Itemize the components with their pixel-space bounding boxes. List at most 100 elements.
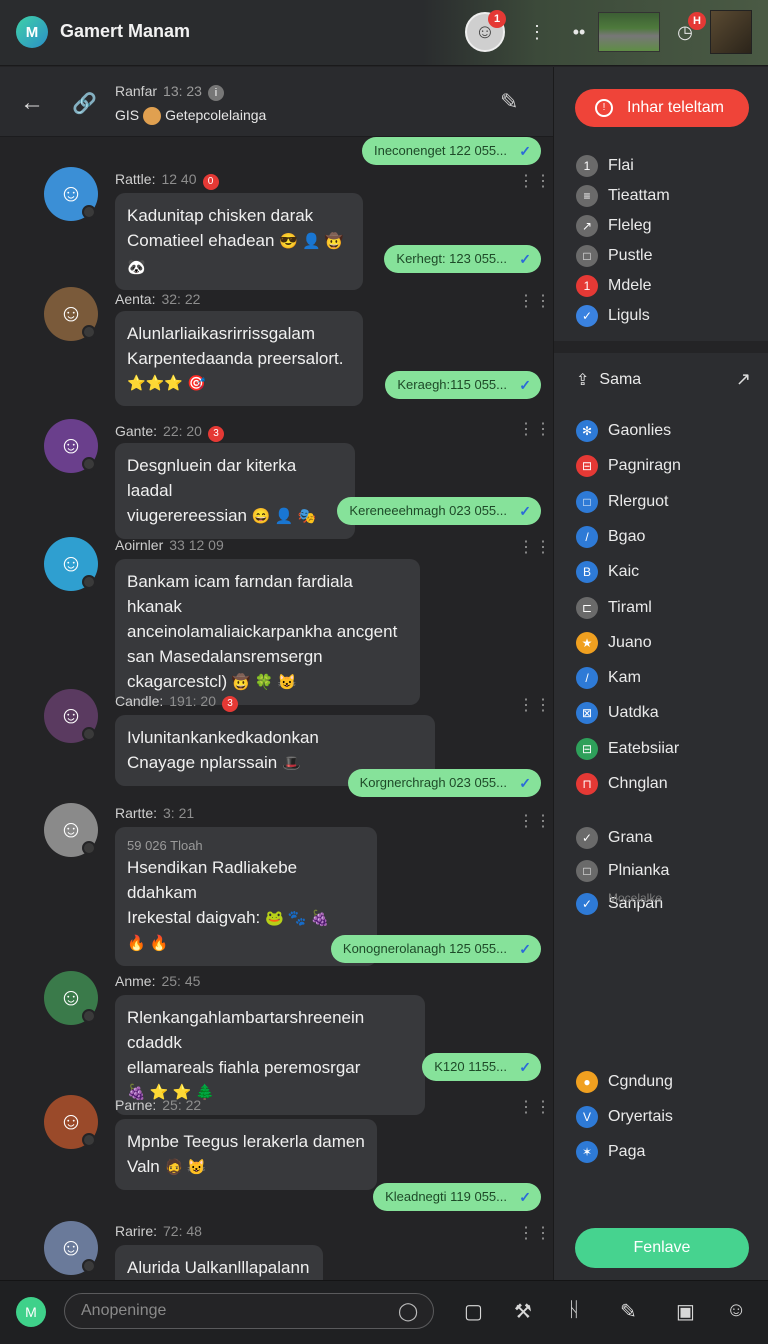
save-button[interactable]: Fenlave [575, 1228, 749, 1268]
read-receipt: Konognerolanagh 125 055... [330, 935, 541, 963]
message-badge: 3 [207, 426, 224, 442]
app-logo[interactable]: M [16, 16, 48, 48]
emoji-icon[interactable]: ☺ [726, 1299, 746, 1322]
format-icon[interactable]: ᚺ [568, 1299, 580, 1322]
message-line: ckagarcestcl) [127, 672, 228, 691]
chat-messages[interactable]: Ineconenget 122 055... ☺ Rattle: 12 40 0 ⋮… [0, 137, 553, 1280]
link-icon[interactable]: 🔗 [72, 91, 97, 116]
profile-badge: H [688, 12, 706, 30]
panel-item[interactable]: ★ Juano [576, 631, 652, 654]
panel-item[interactable]: ⊟ Pagniragn [576, 455, 681, 478]
avatar[interactable]: ☺ [44, 287, 98, 341]
panel-item-label: Pagа [608, 1143, 646, 1160]
panel-item[interactable]: ✻ Gaonlies [576, 420, 671, 442]
avatar[interactable]: ☺ [44, 803, 98, 857]
message-bubble[interactable]: Kadunitap chisken darak Comatieel ehadea… [115, 193, 363, 290]
panel-item[interactable]: □ Rlerguot [576, 490, 668, 513]
panel-item[interactable]: 1 Flai [576, 155, 634, 177]
subtitle-text: Getepcolelainga [165, 107, 267, 123]
panel-item-icon: ✓ [576, 827, 598, 849]
panel-item[interactable]: ⊏ Tiraml [576, 596, 652, 619]
avatar[interactable]: ☺ [44, 419, 98, 473]
message-bubble[interactable]: Bankam icam farndan fardiala hkanak ance… [115, 559, 420, 705]
avatar[interactable]: ☺ [44, 971, 98, 1025]
message-bubble[interactable]: Alunlarliaikasrirrissgalam Karpentedaand… [115, 311, 363, 406]
message-menu-icon[interactable]: ⋮⋮⋮ [518, 419, 553, 439]
search-icon[interactable]: ◯ [398, 1301, 418, 1322]
message-menu-icon[interactable]: ⋮⋮⋮ [518, 171, 553, 191]
message-line: Desgnluein dar kiterka laadal [127, 456, 297, 500]
message-menu-icon[interactable]: ⋮⋮⋮ [518, 695, 553, 715]
more-icon[interactable]: •• [566, 20, 592, 44]
message-bubble[interactable]: Mpnbe Teegus lerakerla damen Valn 🧔 😺 [115, 1119, 377, 1190]
avatar[interactable]: ☺ [44, 1221, 98, 1275]
right-panel: ! Inhar teleltam 1 Flai ≡ Tieattam ↗ Fleleg □ Pu… [553, 67, 768, 1280]
subtitle-prefix: GIS [115, 107, 140, 123]
panel-item[interactable]: ✶ Pagа [576, 1141, 645, 1163]
chat-header: ← 🔗 Ranfar 13: 23 i GIS Getepcolelainga ✎ [0, 67, 553, 137]
panel-item[interactable]: ⊓ Chnglan [576, 773, 668, 795]
contact-time: 13: 23 [163, 83, 202, 99]
sticker-icon[interactable]: ▣ [676, 1299, 695, 1324]
section-note: Mocelalke [608, 891, 663, 905]
message-time: 25: 45 [161, 973, 201, 989]
pen-icon[interactable]: ✎ [620, 1299, 637, 1324]
panel-item-label: Plnianka [608, 862, 670, 879]
panel-item[interactable]: ↗ Fleleg [576, 215, 652, 237]
message-menu-icon[interactable]: ⋮⋮⋮ [518, 1097, 553, 1117]
panel-item[interactable]: ● Cgndung [576, 1071, 673, 1093]
expand-arrow-icon[interactable]: ↗ [736, 369, 751, 390]
emoji-row: ⭐⭐⭐ 🎯 [127, 375, 206, 392]
message-line: Irekestal daigvah: [127, 908, 261, 927]
avatar[interactable]: ☺ [44, 1095, 98, 1149]
message-input[interactable] [64, 1293, 434, 1329]
panel-item[interactable]: ⊠ Uatdka [576, 702, 659, 725]
sender-name: Rarire: [115, 1223, 158, 1239]
message-time: 33 12 09 [169, 537, 224, 553]
panel-item-icon: ⊠ [576, 702, 598, 725]
edit-icon[interactable]: ✎ [500, 89, 518, 115]
back-arrow-icon[interactable]: ← [20, 89, 44, 117]
panel-item[interactable]: / Kam [576, 667, 641, 690]
message-menu-icon[interactable]: ⋮⋮⋮ [518, 291, 553, 311]
panel-item-icon: ★ [576, 631, 598, 654]
read-receipt: K120 1155... [422, 1053, 541, 1081]
panel-item-icon: ✓ [576, 893, 598, 915]
avatar[interactable]: ☺ [44, 167, 98, 221]
panel-item-icon: V [576, 1106, 598, 1128]
message-meta: Candle: 191: 20 3 [115, 693, 238, 712]
share-icon: ⇪ [576, 371, 590, 389]
attach-icon[interactable]: ▢ [464, 1299, 483, 1324]
message-line: Kadunitap chisken darak [127, 206, 314, 225]
app-logo-small[interactable]: M [16, 1297, 46, 1327]
message-menu-icon[interactable]: ⋮⋮⋮ [518, 537, 553, 557]
message-time: 3: 21 [163, 805, 195, 821]
avatar[interactable]: ☺ [44, 689, 98, 743]
share-label: Sama [599, 370, 642, 388]
share-row[interactable]: ⇪ Sama ↗ [576, 369, 751, 390]
info-icon[interactable]: i [207, 85, 224, 101]
tool-icon[interactable]: ⚒ [514, 1299, 532, 1324]
message-menu-icon[interactable]: ⋮⋮⋮ [518, 811, 553, 831]
panel-item[interactable]: 1 Mdele [576, 275, 652, 297]
panel-item[interactable]: V Oryertais [576, 1106, 673, 1128]
panel-item-icon: ● [576, 1071, 598, 1093]
panel-item[interactable]: ≡ Tieattam [576, 185, 670, 207]
panel-item-icon: 1 [576, 275, 598, 297]
message-menu-icon[interactable]: ⋮⋮⋮ [518, 1223, 553, 1243]
panel-item[interactable]: ✓ Grana [576, 827, 652, 849]
primary-action-button[interactable]: ! Inhar teleltam [575, 89, 749, 127]
panel-item[interactable]: B Kaic [576, 561, 639, 584]
panel-item[interactable]: ⊟ Eatebsiiar [576, 737, 679, 760]
game-thumbnail[interactable] [598, 12, 660, 52]
dots-icon[interactable]: ⋮ [524, 20, 550, 44]
profile-thumbnail[interactable] [710, 10, 752, 54]
panel-item[interactable]: □ Plnianka [576, 860, 669, 882]
message-bubble[interactable]: Desgnluein dar kiterka laadal viugereree… [115, 443, 355, 539]
panel-item[interactable]: / Bgao [576, 525, 645, 548]
avatar[interactable]: ☺ [44, 537, 98, 591]
message-bubble[interactable]: Alurida Ualkanlllapalann [115, 1245, 323, 1280]
panel-item[interactable]: ✓ Liguls [576, 305, 650, 327]
panel-item[interactable]: □ Pustle [576, 245, 652, 267]
panel-item-icon: ⊟ [576, 455, 598, 478]
